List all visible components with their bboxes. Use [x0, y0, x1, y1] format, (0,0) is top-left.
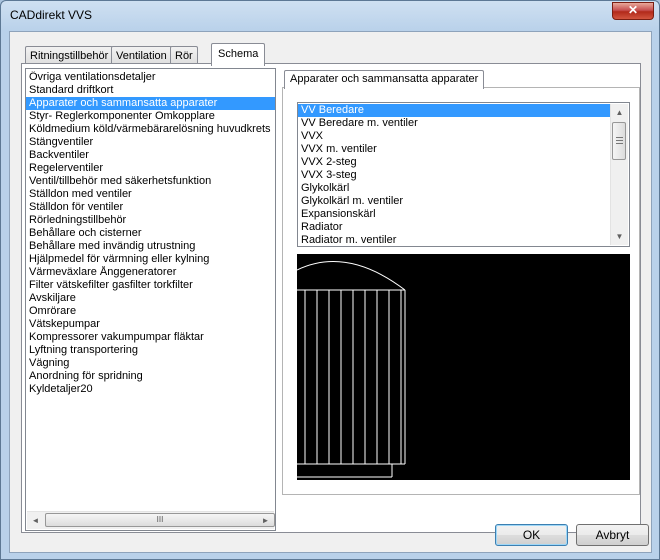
category-item[interactable]: Regelerventiler	[26, 162, 275, 175]
category-horizontal-scrollbar[interactable]: ◄ III ►	[27, 511, 275, 529]
scroll-left-icon[interactable]: ◄	[27, 512, 44, 529]
category-item[interactable]: Ställdon för ventiler	[26, 201, 275, 214]
symbol-item[interactable]: VV Beredare m. ventiler	[298, 117, 611, 130]
scroll-down-icon[interactable]: ▼	[611, 228, 628, 245]
water-heater-drawing	[297, 261, 406, 478]
close-button[interactable]: ✕	[612, 2, 654, 20]
symbol-item[interactable]: Radiator	[298, 221, 611, 234]
category-item[interactable]: Köldmedium köld/värmebärarelösning huvud…	[26, 123, 275, 136]
category-item[interactable]: Lyftning transportering	[26, 344, 275, 357]
category-item[interactable]: Kyldetaljer20	[26, 383, 275, 396]
category-item[interactable]: Stängventiler	[26, 136, 275, 149]
symbol-item[interactable]: VVX 3-steg	[298, 169, 611, 182]
category-item[interactable]: Apparater och sammansatta apparater	[26, 97, 275, 110]
symbol-preview	[297, 254, 630, 480]
category-item[interactable]: Standard driftkort	[26, 84, 275, 97]
category-item[interactable]: Filter vätskefilter gasfilter torkfilter	[26, 279, 275, 292]
category-item[interactable]: Ventil/tillbehör med säkerhetsfunktion	[26, 175, 275, 188]
heater-stripes	[304, 290, 402, 464]
symbol-list[interactable]: VV Beredare VV Beredare m. ventiler VVX VVX…	[297, 102, 630, 247]
tab-label: Rör	[175, 50, 193, 62]
horizontal-scroll-thumb[interactable]: III	[45, 513, 275, 527]
vertical-scroll-thumb[interactable]	[612, 122, 626, 160]
thumb-grip: III	[156, 515, 164, 524]
ok-button[interactable]: OK	[495, 524, 568, 546]
close-icon: ✕	[627, 3, 639, 17]
group-title: Apparater och sammansatta apparater	[290, 73, 479, 85]
group-title-tab: Apparater och sammansatta apparater	[284, 70, 485, 89]
dialog-window: CADdirekt VVS ✕ Ritningstillbehör Ventil…	[0, 0, 660, 560]
category-item[interactable]: Behållare och cisterner	[26, 227, 275, 240]
title-bar[interactable]: CADdirekt VVS ✕	[1, 1, 659, 31]
category-item[interactable]: Kompressorer vakumpumpar fläktar	[26, 331, 275, 344]
category-item[interactable]: Värmeväxlare Ånggeneratorer	[26, 266, 275, 279]
symbol-list-items: VV Beredare VV Beredare m. ventiler VVX VVX…	[298, 103, 611, 246]
symbol-item[interactable]: VVX m. ventiler	[298, 143, 611, 156]
symbol-item[interactable]: VV Beredare	[298, 104, 611, 117]
category-item[interactable]: Behållare med invändig utrustning	[26, 240, 275, 253]
grip-line	[616, 140, 623, 141]
symbol-item[interactable]: VVX	[298, 130, 611, 143]
symbol-item[interactable]: Glykolkärl	[298, 182, 611, 195]
category-item[interactable]: Vätskepumpar	[26, 318, 275, 331]
tab-label: Ritningstillbehör	[30, 50, 109, 62]
category-item[interactable]: Omrörare	[26, 305, 275, 318]
scroll-up-icon[interactable]: ▲	[611, 104, 628, 121]
category-item[interactable]: Anordning för spridning	[26, 370, 275, 383]
category-list-items: Övriga ventilationsdetaljer Standard drif…	[26, 69, 275, 396]
grip-line	[616, 143, 623, 144]
category-item[interactable]: Hjälpmedel för värmning eller kylning	[26, 253, 275, 266]
tab-label: Ventilation	[116, 50, 167, 62]
window-title: CADdirekt VVS	[10, 8, 93, 22]
category-item[interactable]: Ställdon med ventiler	[26, 188, 275, 201]
grip-line	[616, 137, 623, 138]
category-list[interactable]: Övriga ventilationsdetaljer Standard drif…	[25, 68, 276, 531]
heater-dome	[297, 261, 406, 291]
scroll-right-icon[interactable]: ►	[257, 512, 274, 529]
cancel-button[interactable]: Avbryt	[576, 524, 649, 546]
category-item[interactable]: Rörledningstillbehör	[26, 214, 275, 227]
symbol-vertical-scrollbar[interactable]: ▲ ▼	[610, 104, 628, 245]
tab-schema[interactable]: Schema	[211, 43, 266, 66]
category-item[interactable]: Vägning	[26, 357, 275, 370]
category-item[interactable]: Övriga ventilationsdetaljer	[26, 71, 275, 84]
category-item[interactable]: Styr- Reglerkomponenter Omkopplare	[26, 110, 275, 123]
symbol-item[interactable]: Radiator m. ventiler	[298, 234, 611, 246]
symbol-item[interactable]: VVX 2-steg	[298, 156, 611, 169]
category-item[interactable]: Backventiler	[26, 149, 275, 162]
symbol-item[interactable]: Expansionskärl	[298, 208, 611, 221]
symbol-item[interactable]: Glykolkärl m. ventiler	[298, 195, 611, 208]
category-item[interactable]: Avskiljare	[26, 292, 275, 305]
tab-label: Schema	[218, 48, 259, 60]
